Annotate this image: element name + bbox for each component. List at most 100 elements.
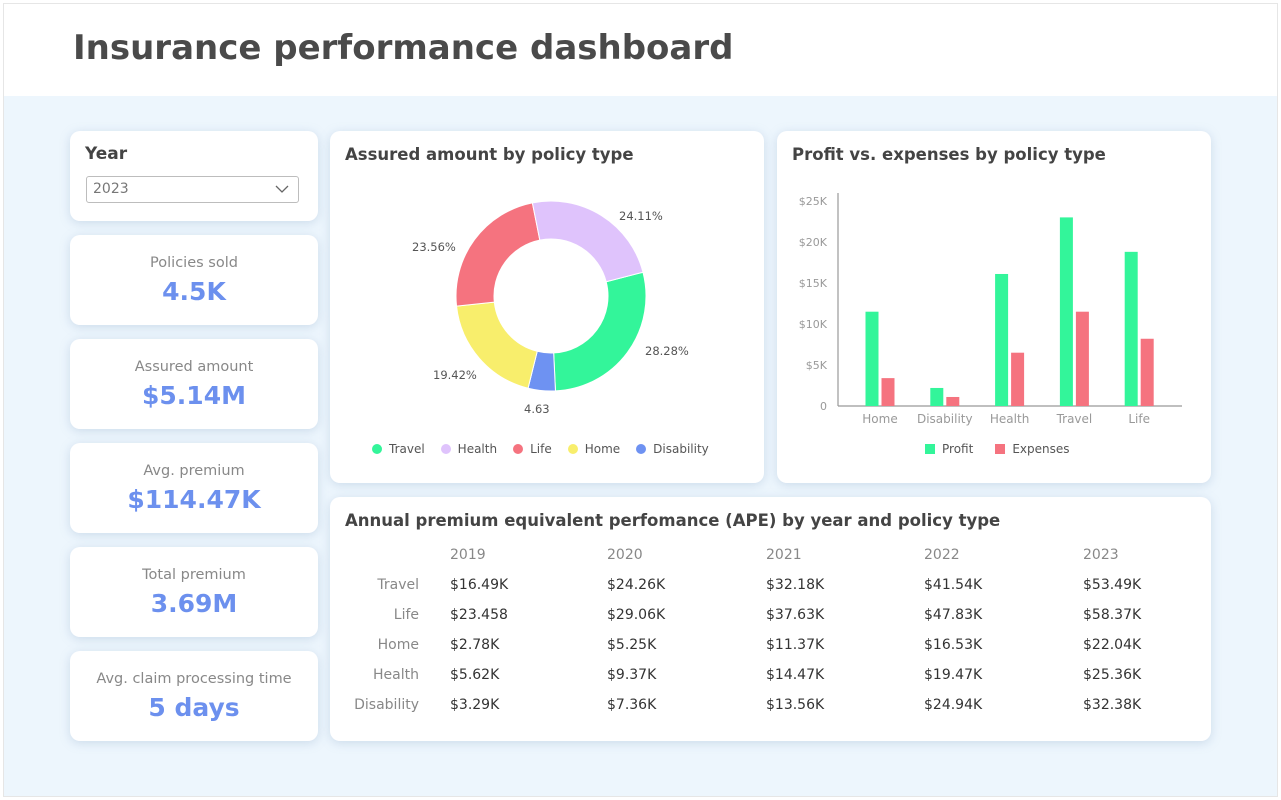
- legend-swatch: [995, 444, 1006, 454]
- legend-item-disability[interactable]: Disability: [636, 442, 709, 456]
- table-cell: $32.18K: [766, 577, 825, 593]
- header: Insurance performance dashboard: [4, 4, 1277, 96]
- kpi-label: Assured amount: [134, 359, 254, 375]
- table-cell: $29.06K: [607, 607, 666, 623]
- donut-label-disability: 4.63: [524, 402, 550, 416]
- legend-item-travel[interactable]: Travel: [372, 442, 425, 456]
- table-row-label: Home: [377, 637, 419, 653]
- donut-slice-travel[interactable]: [553, 271, 647, 392]
- bar-profit-home[interactable]: [865, 311, 879, 406]
- kpi-label: Avg. premium: [143, 463, 245, 479]
- kpi-value: 3.69M: [150, 589, 238, 618]
- year-dropdown[interactable]: 2023: [86, 176, 299, 203]
- table-cell: $22.04K: [1083, 637, 1142, 653]
- table-row-label: Travel: [377, 577, 419, 593]
- legend-label: Health: [457, 442, 498, 456]
- ape-table-card: Annual premium equivalent perfomance (AP…: [330, 497, 1211, 741]
- bar-chart: 0 $5K $10K $15K $20K $25K Home Disability Health…: [799, 193, 1182, 426]
- table-cell: $11.37K: [766, 637, 825, 653]
- table-column-header: 2023: [1083, 547, 1119, 563]
- kpi-value: $114.47K: [127, 485, 261, 514]
- table-cell: $5.62K: [450, 667, 500, 683]
- x-tick-label: Health: [990, 412, 1029, 426]
- bar-expenses-disability[interactable]: [946, 396, 960, 406]
- page-title: Insurance performance dashboard: [73, 28, 734, 68]
- legend-swatch: [636, 444, 647, 454]
- table-column-header: 2021: [766, 547, 802, 563]
- table-column-header: 2019: [450, 547, 486, 563]
- kpi-label: Avg. claim processing time: [96, 671, 292, 687]
- kpi-card-total-premium: Total premium 3.69M: [70, 547, 318, 637]
- table-cell: $37.63K: [766, 607, 825, 623]
- legend-label: Life: [530, 442, 552, 456]
- table-cell: $5.25K: [607, 637, 657, 653]
- y-tick-label: $25K: [799, 195, 828, 208]
- kpi-label: Policies sold: [150, 255, 238, 271]
- bar-expenses-home[interactable]: [881, 378, 895, 406]
- table-column-header: 2022: [924, 547, 960, 563]
- x-tick-label: Travel: [1056, 412, 1093, 426]
- profit-expenses-chart-card: Profit vs. expenses by policy type 0 $5K $…: [777, 131, 1211, 483]
- bar-profit-travel[interactable]: [1059, 217, 1073, 406]
- kpi-value: 5 days: [148, 693, 240, 722]
- legend-swatch: [567, 444, 578, 454]
- legend-item-life[interactable]: Life: [513, 442, 552, 456]
- year-filter-label: Year: [85, 144, 128, 164]
- x-tick-label: Home: [862, 412, 897, 426]
- bar-expenses-health[interactable]: [1011, 352, 1025, 406]
- donut-label-health: 24.11%: [619, 209, 663, 223]
- table-cell: $19.47K: [924, 667, 983, 683]
- legend-swatch: [513, 444, 524, 454]
- donut-chart: [455, 200, 647, 392]
- table-cell: $3.29K: [450, 697, 500, 713]
- kpi-label: Total premium: [142, 567, 246, 583]
- dashboard-frame: Insurance performance dashboard Year 202…: [3, 3, 1278, 797]
- bar-expenses-travel[interactable]: [1075, 311, 1089, 406]
- table-row-label: Disability: [354, 697, 419, 713]
- chevron-down-icon: [275, 185, 289, 193]
- table-cell: $41.54K: [924, 577, 983, 593]
- donut-slice-life[interactable]: [455, 202, 541, 307]
- table-cell: $7.36K: [607, 697, 657, 713]
- donut-legend: Travel Health Life Home Disability: [372, 442, 725, 456]
- legend-item-profit[interactable]: Profit: [925, 442, 973, 456]
- legend-swatch: [372, 444, 382, 454]
- table-title: Annual premium equivalent perfomance (AP…: [345, 511, 1001, 530]
- table-cell: $16.53K: [924, 637, 983, 653]
- y-tick-label: $10K: [799, 318, 828, 331]
- y-tick-label: $20K: [799, 236, 828, 249]
- table-cell: $16.49K: [450, 577, 509, 593]
- table-column-header: 2020: [607, 547, 643, 563]
- legend-item-home[interactable]: Home: [567, 442, 621, 456]
- table-cell: $24.26K: [607, 577, 666, 593]
- kpi-card-assured-amount: Assured amount $5.14M: [70, 339, 318, 429]
- legend-swatch: [440, 444, 451, 454]
- legend-item-expenses[interactable]: Expenses: [995, 442, 1070, 456]
- legend-item-health[interactable]: Health: [440, 442, 498, 456]
- legend-label: Disability: [653, 442, 709, 456]
- bar-profit-life[interactable]: [1124, 251, 1138, 406]
- table-cell: $32.38K: [1083, 697, 1142, 713]
- legend-label: Expenses: [1012, 442, 1070, 456]
- legend-label: Home: [584, 442, 621, 456]
- kpi-card-avg-claim-time: Avg. claim processing time 5 days: [70, 651, 318, 741]
- table-cell: $23.458: [450, 607, 508, 623]
- table-cell: $13.56K: [766, 697, 825, 713]
- table-cell: $9.37K: [607, 667, 657, 683]
- bar-expenses-life[interactable]: [1140, 338, 1154, 406]
- table-cell: $47.83K: [924, 607, 983, 623]
- x-tick-label: Life: [1128, 412, 1150, 426]
- table-cell: $2.78K: [450, 637, 500, 653]
- table-row-label: Life: [393, 607, 419, 623]
- table-cell: $53.49K: [1083, 577, 1142, 593]
- table-row-label: Health: [373, 667, 419, 683]
- table-cell: $25.36K: [1083, 667, 1142, 683]
- bar-profit-health[interactable]: [995, 273, 1009, 406]
- year-dropdown-value: 2023: [93, 181, 129, 197]
- dashboard-canvas: Year 2023 Policies sold 4.5K Assured amo…: [4, 96, 1277, 796]
- table-cell: $24.94K: [924, 697, 983, 713]
- assured-amount-chart-card: Assured amount by policy type 24.11% 23.…: [330, 131, 764, 483]
- bar-profit-disability[interactable]: [930, 387, 944, 406]
- kpi-card-policies-sold: Policies sold 4.5K: [70, 235, 318, 325]
- x-tick-label: Disability: [917, 412, 973, 426]
